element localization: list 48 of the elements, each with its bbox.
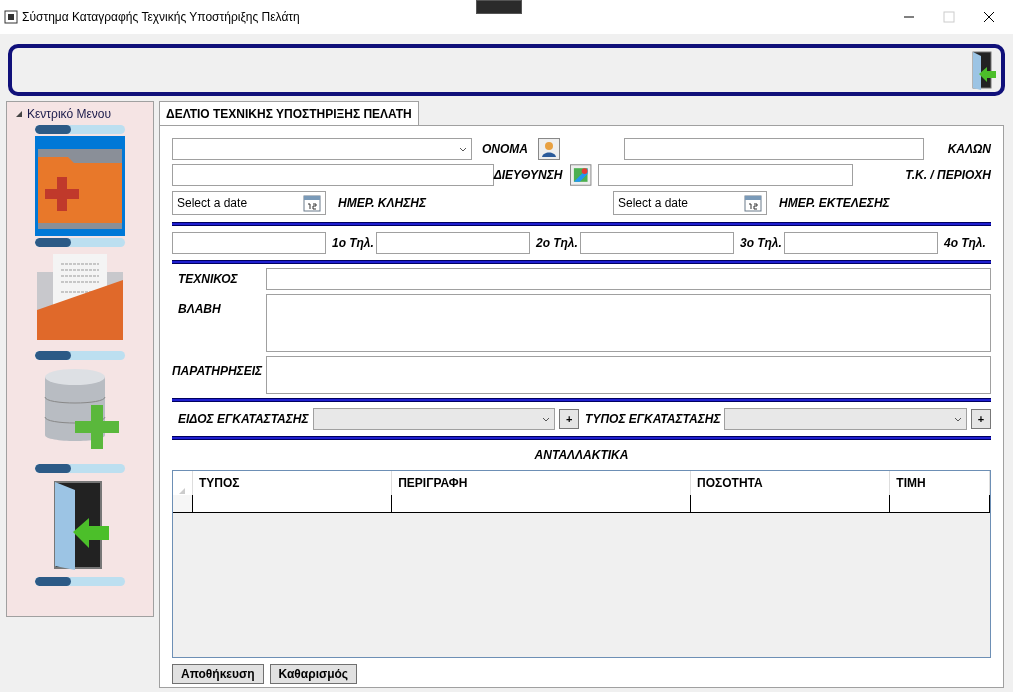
date-field[interactable]: Select a date — [613, 191, 767, 215]
dropdown-field[interactable] — [312, 408, 556, 430]
save-button[interactable]: Αποθήκευση — [172, 664, 264, 684]
app-icon — [4, 10, 18, 24]
menu-title: Κεντρικό Μενου — [27, 106, 112, 123]
field-label: ΤΥΠΟΣ ΕΓΚΑΤΑΣΤΑΣΗΣ — [585, 411, 721, 428]
field-label: ΔΙΕΥΘΥΝΣΗ — [493, 167, 563, 184]
input-field[interactable] — [784, 232, 938, 254]
map-icon[interactable] — [570, 164, 592, 186]
window-title: Σύστημα Καταγραφής Τεχνικής Υποστήριξης Πελάτη — [22, 9, 300, 26]
expand-icon[interactable] — [15, 110, 23, 118]
calendar-icon[interactable] — [744, 194, 762, 212]
dropdown-field[interactable] — [724, 408, 968, 430]
field-label: ΕΙΔΟΣ ΕΓΚΑΤΑΣΤΑΣΗΣ — [177, 411, 309, 428]
tab[interactable]: ΔΕΛΤΙΟ ΤΕΧΝΙΚΗΣ ΥΠΟΣΤΗΡΙΞΗΣ ΠΕΛΑΤΗ — [159, 101, 419, 125]
field-label: ΤΕΧΝΙΚΟΣ — [177, 271, 239, 288]
input-field[interactable] — [266, 268, 991, 290]
date-field[interactable]: Select a date — [172, 191, 326, 215]
add-button[interactable]: + — [971, 409, 991, 429]
add-button[interactable]: + — [559, 409, 580, 429]
caret-icon — [542, 416, 551, 422]
dropdown-field[interactable] — [172, 138, 472, 160]
input-field[interactable] — [172, 164, 494, 186]
field-label: ΗΜΕΡ. ΚΛΗΣΗΣ — [338, 195, 426, 212]
calendar-icon[interactable] — [303, 194, 321, 212]
input-field[interactable] — [172, 232, 326, 254]
field-label: ΗΜΕΡ. ΕΚΤΕΛΕΣΗΣ — [779, 195, 890, 212]
field-label: ΟΝΟΜΑ — [482, 141, 528, 158]
field-label: ΚΑΛΩΝ — [947, 141, 991, 158]
caret-icon — [954, 416, 963, 422]
toolbar-grip[interactable] — [476, 0, 522, 14]
row-header[interactable] — [173, 495, 193, 512]
section-title: ΑΝΤΑΛΛΑΚΤΙΚΑ — [534, 447, 629, 464]
caret-icon — [459, 146, 467, 152]
corner-icon — [178, 487, 187, 495]
text-area[interactable] — [266, 294, 991, 352]
clear-button[interactable]: Καθαρισμός — [269, 664, 358, 684]
maximize-icon[interactable] — [943, 11, 955, 23]
input-field[interactable] — [376, 232, 530, 254]
field-label: ΠΑΡΑΤΗΡΗΣΕΙΣ — [172, 363, 264, 380]
input-field[interactable] — [580, 232, 734, 254]
text-area[interactable] — [266, 356, 991, 394]
input-field[interactable] — [597, 164, 854, 186]
person-icon[interactable] — [538, 138, 560, 160]
input-field[interactable] — [624, 138, 924, 160]
close-icon[interactable] — [983, 11, 995, 23]
field-label: ΒΛΑΒΗ — [177, 301, 222, 318]
field-label: Τ.Κ. / ΠΕΡΙΟΧΗ — [905, 167, 991, 184]
